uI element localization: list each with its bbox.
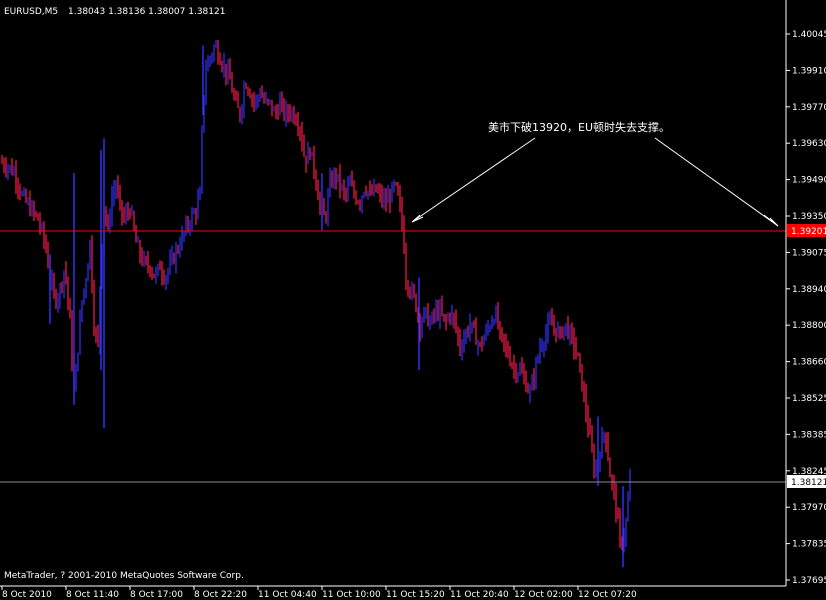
time-tick-label: 8 Oct 2010: [2, 590, 52, 600]
time-tick-label: 8 Oct 17:00: [130, 590, 183, 600]
price-tick-label: 1.39075: [792, 248, 826, 258]
time-tick-label: 11 Oct 04:40: [258, 590, 317, 600]
time-tick-label: 8 Oct 22:20: [194, 590, 247, 600]
price-tick-label: 1.39770: [792, 103, 826, 113]
copyright-text: MetaTrader, ? 2001-2010 MetaQuotes Softw…: [4, 571, 244, 581]
price-chart[interactable]: 美市下破13920，EU顿时失去支撑。 1.40045 1.39910 1.3977…: [0, 0, 826, 600]
price-tick-label: 1.39490: [792, 176, 826, 186]
ohlc-quote: 1.38043 1.38136 1.38007 1.38121: [68, 7, 225, 17]
current-price-label: 1.38121: [791, 478, 826, 488]
time-tick-label: 11 Oct 15:20: [386, 590, 445, 600]
price-tick-label: 1.40045: [792, 30, 826, 40]
price-tick-label: 1.37835: [792, 540, 826, 550]
time-tick-label: 12 Oct 02:00: [514, 590, 573, 600]
annotation-text: 美市下破13920，EU顿时失去支撑。: [488, 120, 670, 134]
time-tick-label: 11 Oct 10:00: [322, 590, 381, 600]
price-tick-label: 1.38800: [792, 321, 826, 331]
symbol-label: EURUSD,M5: [4, 7, 58, 17]
price-tick-label: 1.39350: [792, 212, 826, 222]
price-tick-label: 1.38940: [792, 285, 826, 295]
time-tick-label: 12 Oct 07:20: [578, 590, 637, 600]
time-tick-label: 8 Oct 11:40: [66, 590, 119, 600]
price-tick-label: 1.37695: [792, 576, 826, 586]
price-tick-label: 1.37970: [792, 503, 826, 513]
time-tick-label: 11 Oct 20:40: [450, 590, 509, 600]
price-tick-label: 1.38660: [792, 358, 826, 368]
support-price-label: 1.39201: [791, 227, 826, 237]
price-tick-label: 1.38385: [792, 430, 826, 440]
price-tick-label: 1.38525: [792, 394, 826, 404]
price-tick-label: 1.39910: [792, 66, 826, 76]
price-tick-label: 1.39630: [792, 139, 826, 149]
